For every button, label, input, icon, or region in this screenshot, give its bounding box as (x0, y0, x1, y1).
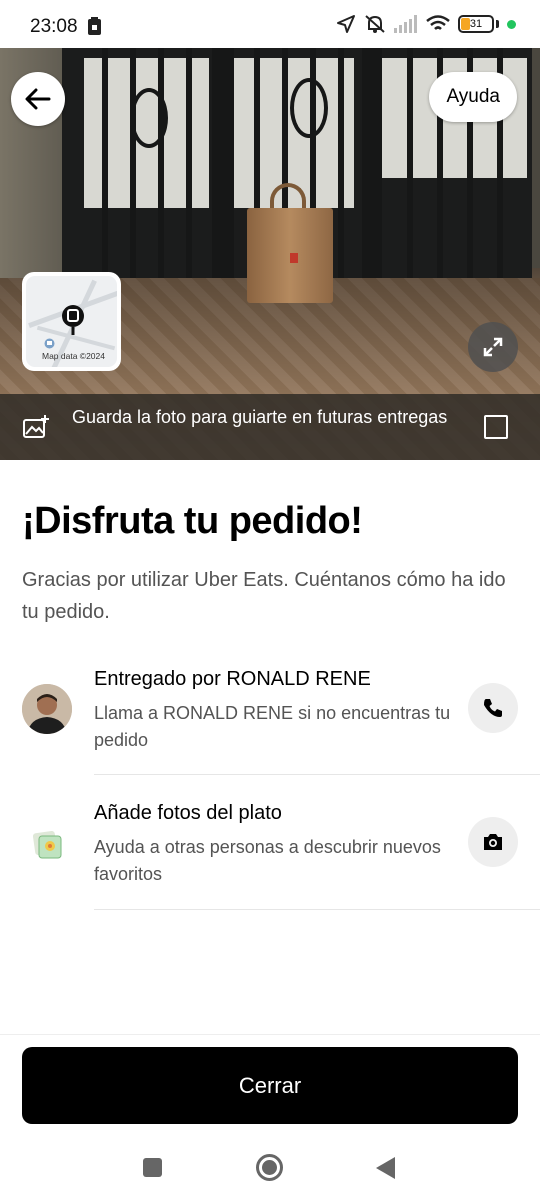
page-subtitle: Gracias por utilizar Uber Eats. Cuéntano… (22, 569, 506, 623)
save-photo-checkbox[interactable] (484, 415, 508, 439)
add-photos-hint: Ayuda a otras personas a descubrir nuevo… (94, 837, 441, 884)
page-title: ¡Disfruta tu pedido! (22, 500, 363, 542)
gate-bar (338, 48, 344, 288)
battery-icon: 31 (458, 15, 494, 33)
system-nav-bar (0, 1140, 540, 1200)
map-pin-icon (62, 305, 84, 335)
dish-photo-icon (32, 830, 62, 859)
muted-bell-icon (365, 15, 385, 33)
status-dot-icon (507, 19, 516, 29)
courier-name: Entregado por RONALD RENE (94, 668, 371, 690)
add-photos-title: Añade fotos del plato (94, 802, 282, 824)
gate-bar (407, 48, 413, 288)
gate-bar (130, 48, 136, 288)
wifi-icon (426, 15, 450, 30)
courier-hint: Llama a RONALD RENE si no encuentras tu … (94, 703, 451, 750)
gate-ornament (130, 88, 168, 148)
back-button[interactable] (11, 72, 65, 126)
save-photo-text: Guarda la foto para guiarte en futuras e… (72, 407, 448, 427)
row-divider (94, 909, 540, 910)
footer-divider (0, 1034, 540, 1035)
add-photo-button[interactable] (468, 817, 518, 867)
arrow-left-icon (25, 88, 51, 110)
home-dot-icon (262, 1160, 277, 1175)
map-thumbnail[interactable]: Map data ©2024 (22, 272, 121, 371)
map-attribution: Map data ©2024 (42, 351, 105, 361)
gate-bar (362, 48, 382, 288)
close-button[interactable]: Cerrar (22, 1047, 518, 1124)
courier-row: Entregado por RONALD RENE Llama a RONALD… (0, 666, 540, 776)
status-icons: 31 (336, 14, 516, 34)
battery-level: 31 (469, 18, 483, 30)
signal-icon (394, 15, 417, 33)
map-inner: Map data ©2024 (26, 276, 117, 367)
recents-button[interactable] (143, 1158, 162, 1177)
status-bar: 23:08 31 (0, 0, 540, 50)
add-photos-row[interactable]: Añade fotos del plato Ayuda a otras pers… (0, 800, 540, 910)
gate-bar (186, 48, 192, 288)
status-time: 23:08 (30, 16, 78, 37)
call-courier-button[interactable] (468, 683, 518, 733)
gate-ornament (290, 78, 328, 138)
add-photo-icon (23, 415, 49, 438)
help-button[interactable]: Ayuda (429, 72, 517, 122)
battery-tip (496, 20, 499, 28)
avatar (22, 684, 72, 734)
gate-bar (158, 48, 164, 288)
location-arrow-icon (337, 15, 355, 33)
expand-photo-button[interactable] (468, 322, 518, 372)
save-photo-bar[interactable]: Guarda la foto para guiarte en futuras e… (0, 394, 540, 460)
bag-logo (290, 253, 298, 263)
row-divider (94, 774, 540, 775)
expand-icon (483, 337, 503, 357)
system-back-button[interactable] (376, 1157, 395, 1179)
save-icon (88, 17, 101, 35)
avatar-image (22, 684, 72, 734)
transit-icon (44, 338, 55, 349)
gate-bar (212, 48, 234, 288)
gate-bar (102, 48, 108, 288)
camera-icon (484, 834, 502, 850)
phone-icon (484, 699, 502, 717)
